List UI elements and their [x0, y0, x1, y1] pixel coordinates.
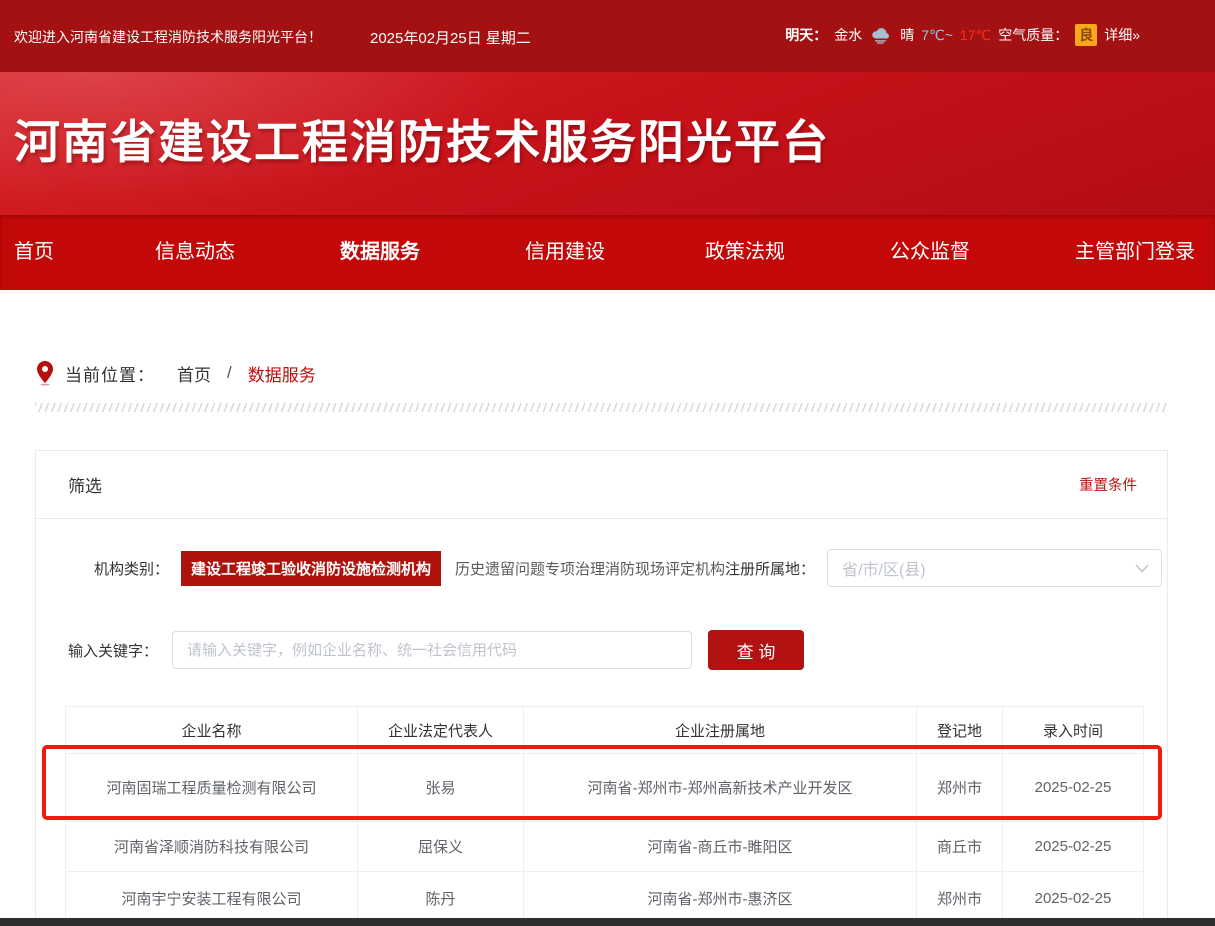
filter-panel-header: 筛选 重置条件 — [36, 451, 1167, 519]
region-select[interactable]: 省/市/区(县) — [827, 549, 1162, 587]
filter-title: 筛选 — [68, 472, 102, 497]
weather-tomorrow-label: 明天： — [785, 25, 827, 45]
category-filter-row: 机构类别： 建设工程竣工验收消防设施检测机构 历史遗留问题专项治理消防现场评定机… — [36, 546, 1167, 590]
bottom-bar — [0, 918, 1215, 926]
nav-item-home[interactable]: 首页 — [14, 215, 54, 290]
top-bar: 欢迎进入河南省建设工程消防技术服务阳光平台！ 2025年02月25日 星期二 明… — [0, 0, 1215, 72]
cell-legal-rep: 张易 — [358, 754, 524, 822]
main-nav: 首页 信息动态 数据服务 信用建设 政策法规 公众监督 主管部门登录 — [0, 215, 1215, 290]
category-option-inactive[interactable]: 历史遗留问题专项治理消防现场评定机构 — [455, 558, 725, 579]
cell-registered-region: 河南省-商丘市-睢阳区 — [524, 822, 917, 872]
keyword-input[interactable] — [172, 631, 692, 669]
region-filter-group: 注册所属地： 省/市/区(县) — [725, 549, 1162, 587]
keyword-filter-row: 输入关键字： 查 询 — [36, 628, 1167, 672]
filter-panel: 筛选 重置条件 机构类别： 建设工程竣工验收消防设施检测机构 历史遗留问题专项治… — [35, 450, 1168, 926]
site-banner: 河南省建设工程消防技术服务阳光平台 — [0, 72, 1215, 215]
cell-company-name: 河南固瑞工程质量检测有限公司 — [66, 754, 358, 822]
table-row[interactable]: 河南省泽顺消防科技有限公司 屈保义 河南省-商丘市-睢阳区 商丘市 2025-0… — [66, 822, 1144, 872]
table-header-row: 企业名称 企业法定代表人 企业注册属地 登记地 录入时间 — [66, 707, 1144, 754]
aqi-label: 空气质量： — [998, 25, 1068, 45]
chevron-down-icon — [1135, 564, 1149, 573]
nav-item-news[interactable]: 信息动态 — [155, 215, 235, 290]
cell-entry-date: 2025-02-25 — [1003, 754, 1144, 822]
region-select-placeholder: 省/市/区(县) — [842, 556, 926, 580]
weather-widget: 明天： 金水 晴 7℃~ 17℃ 空气质量： 良 详细» — [785, 24, 1140, 46]
nav-item-data-service[interactable]: 数据服务 — [340, 215, 420, 290]
table-row[interactable]: 河南固瑞工程质量检测有限公司 张易 河南省-郑州市-郑州高新技术产业开发区 郑州… — [66, 754, 1144, 822]
col-legal-rep: 企业法定代表人 — [358, 707, 524, 754]
welcome-text: 欢迎进入河南省建设工程消防技术服务阳光平台！ — [14, 27, 322, 47]
cell-registered-region: 河南省-郑州市-郑州高新技术产业开发区 — [524, 754, 917, 822]
cell-registry-city: 郑州市 — [917, 754, 1003, 822]
nav-item-admin-login[interactable]: 主管部门登录 — [1075, 215, 1195, 290]
breadcrumb-separator: / — [227, 363, 232, 383]
nav-item-credit[interactable]: 信用建设 — [525, 215, 605, 290]
temp-low: 7℃~ — [921, 27, 953, 44]
temp-high: 17℃ — [960, 27, 991, 44]
col-entry-date: 录入时间 — [1003, 707, 1144, 754]
nav-item-supervision[interactable]: 公众监督 — [890, 215, 970, 290]
breadcrumb: 当前位置： 首页 / 数据服务 — [35, 360, 316, 386]
search-button[interactable]: 查 询 — [708, 630, 804, 670]
aqi-badge: 良 — [1075, 24, 1097, 46]
results-table: 企业名称 企业法定代表人 企业注册属地 登记地 录入时间 河南固瑞工程质量检测有… — [65, 706, 1143, 926]
breadcrumb-current-link[interactable]: 数据服务 — [248, 361, 316, 386]
cell-entry-date: 2025-02-25 — [1003, 822, 1144, 872]
weather-condition: 晴 — [900, 25, 914, 45]
keyword-label: 输入关键字： — [68, 640, 158, 661]
col-company-name: 企业名称 — [66, 707, 358, 754]
cell-legal-rep: 屈保义 — [358, 822, 524, 872]
nav-item-policy[interactable]: 政策法规 — [705, 215, 785, 290]
weather-district: 金水 — [834, 25, 862, 45]
page-title: 河南省建设工程消防技术服务阳光平台 — [14, 106, 830, 172]
slash-divider — [35, 403, 1168, 412]
category-option-active[interactable]: 建设工程竣工验收消防设施检测机构 — [181, 551, 441, 586]
col-registered-region: 企业注册属地 — [524, 707, 917, 754]
region-label: 注册所属地： — [725, 558, 815, 579]
reset-filters-link[interactable]: 重置条件 — [1079, 474, 1137, 495]
date-text: 2025年02月25日 星期二 — [370, 27, 531, 48]
category-label: 机构类别： — [94, 558, 169, 579]
col-registry-city: 登记地 — [917, 707, 1003, 754]
cloud-icon — [869, 26, 893, 44]
breadcrumb-label: 当前位置： — [65, 361, 155, 386]
weather-detail-link[interactable]: 详细» — [1104, 25, 1140, 45]
location-pin-icon — [35, 360, 55, 386]
cell-registry-city: 商丘市 — [917, 822, 1003, 872]
cell-company-name: 河南省泽顺消防科技有限公司 — [66, 822, 358, 872]
breadcrumb-home-link[interactable]: 首页 — [177, 361, 211, 386]
